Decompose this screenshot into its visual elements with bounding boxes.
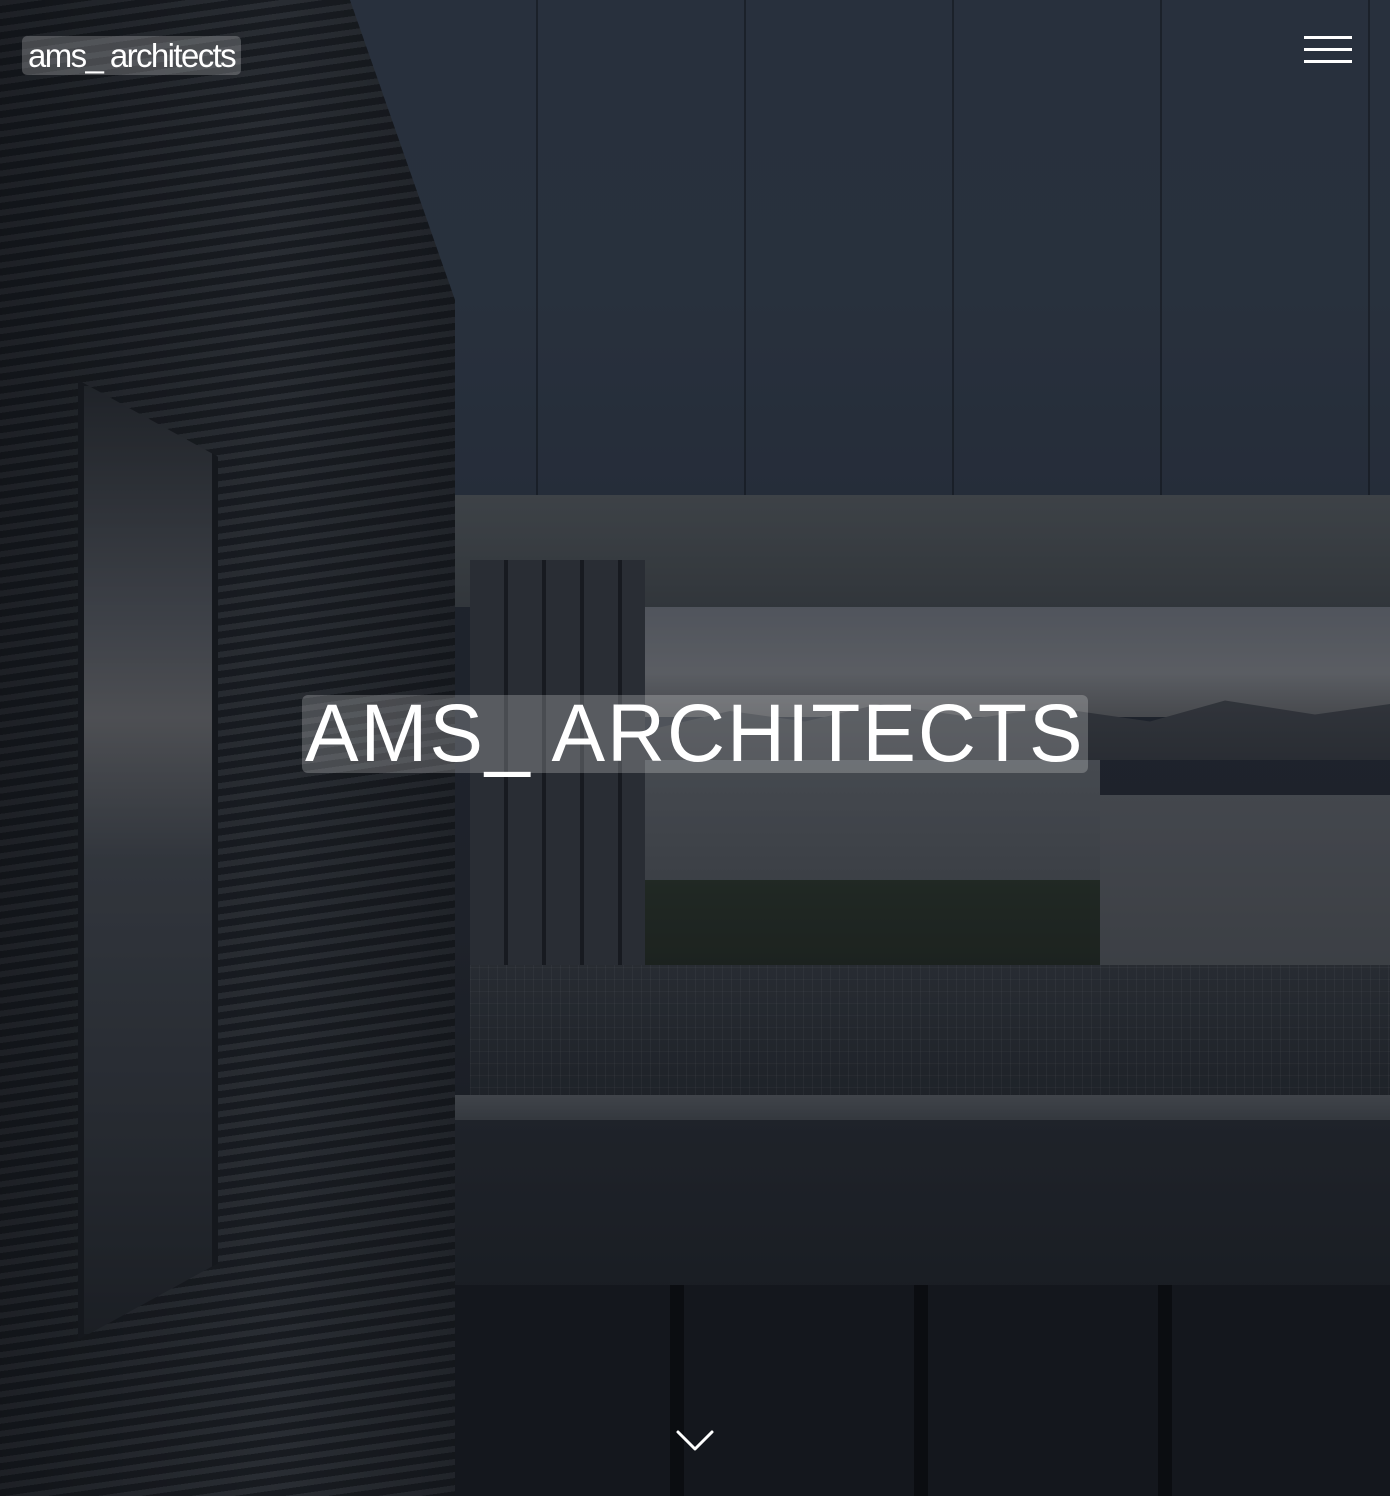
- chevron-down-icon: [676, 1430, 714, 1451]
- hero-title: AMS_ ARCHITECTS: [302, 688, 1088, 779]
- menu-bar-middle: [1304, 48, 1352, 51]
- menu-bar-top: [1304, 36, 1352, 39]
- menu-bar-bottom: [1304, 60, 1352, 63]
- scroll-down-button[interactable]: [672, 1420, 718, 1460]
- hero-title-text: AMS_ ARCHITECTS: [305, 688, 1085, 779]
- hamburger-menu-icon[interactable]: [1300, 34, 1356, 68]
- site-logo-link[interactable]: ams_ architects: [22, 36, 242, 75]
